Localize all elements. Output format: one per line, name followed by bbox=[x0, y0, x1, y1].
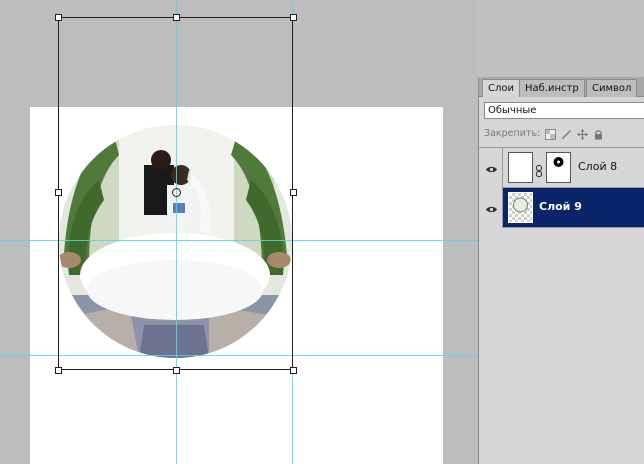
layer-thumbnail bbox=[508, 192, 533, 223]
eye-icon[interactable] bbox=[485, 201, 498, 214]
transform-handle-top-center[interactable] bbox=[173, 14, 180, 21]
transform-handle-bottom-center[interactable] bbox=[173, 367, 180, 374]
transform-handle-bottom-right[interactable] bbox=[290, 367, 297, 374]
canvas-workspace[interactable] bbox=[0, 0, 478, 464]
layer-row-8[interactable]: Слой 8 bbox=[479, 148, 644, 188]
lock-label: Закрепить: bbox=[484, 128, 541, 139]
panel-tab-bar: Слои Наб.инстр Символ bbox=[479, 77, 644, 97]
brush-icon[interactable] bbox=[561, 129, 572, 140]
tab-tool-presets[interactable]: Наб.инстр bbox=[519, 79, 585, 97]
layer-name[interactable]: Слой 8 bbox=[578, 160, 617, 174]
layer-thumbnail bbox=[508, 152, 533, 183]
transform-handle-bottom-left[interactable] bbox=[55, 367, 62, 374]
lock-icon[interactable] bbox=[593, 129, 604, 140]
transform-handle-top-left[interactable] bbox=[55, 14, 62, 21]
transform-handle-middle-right[interactable] bbox=[290, 189, 297, 196]
transform-handle-top-right[interactable] bbox=[290, 14, 297, 21]
layers-list: Слой 8 Слой 9 bbox=[479, 147, 644, 228]
layer-mask-thumbnail[interactable] bbox=[546, 152, 571, 183]
layer-row-9[interactable]: Слой 9 bbox=[479, 188, 644, 228]
transform-pivot-point[interactable] bbox=[172, 188, 181, 197]
eye-icon[interactable] bbox=[485, 161, 498, 174]
layer-name[interactable]: Слой 9 bbox=[539, 200, 582, 214]
link-icon[interactable] bbox=[535, 162, 543, 177]
visibility-toggle[interactable] bbox=[479, 188, 503, 228]
move-icon[interactable] bbox=[577, 128, 589, 140]
lock-transparency-icon[interactable] bbox=[545, 128, 557, 140]
transform-handle-middle-left[interactable] bbox=[55, 189, 62, 196]
tab-character[interactable]: Символ bbox=[586, 79, 638, 97]
tab-layers[interactable]: Слои bbox=[482, 79, 520, 97]
visibility-toggle[interactable] bbox=[479, 148, 503, 188]
blend-mode-select[interactable]: Обычные bbox=[484, 102, 644, 119]
layers-panel: Слои Наб.инстр Символ Обычные Закрепить: bbox=[478, 77, 644, 464]
lock-row: Закрепить: bbox=[484, 126, 604, 142]
